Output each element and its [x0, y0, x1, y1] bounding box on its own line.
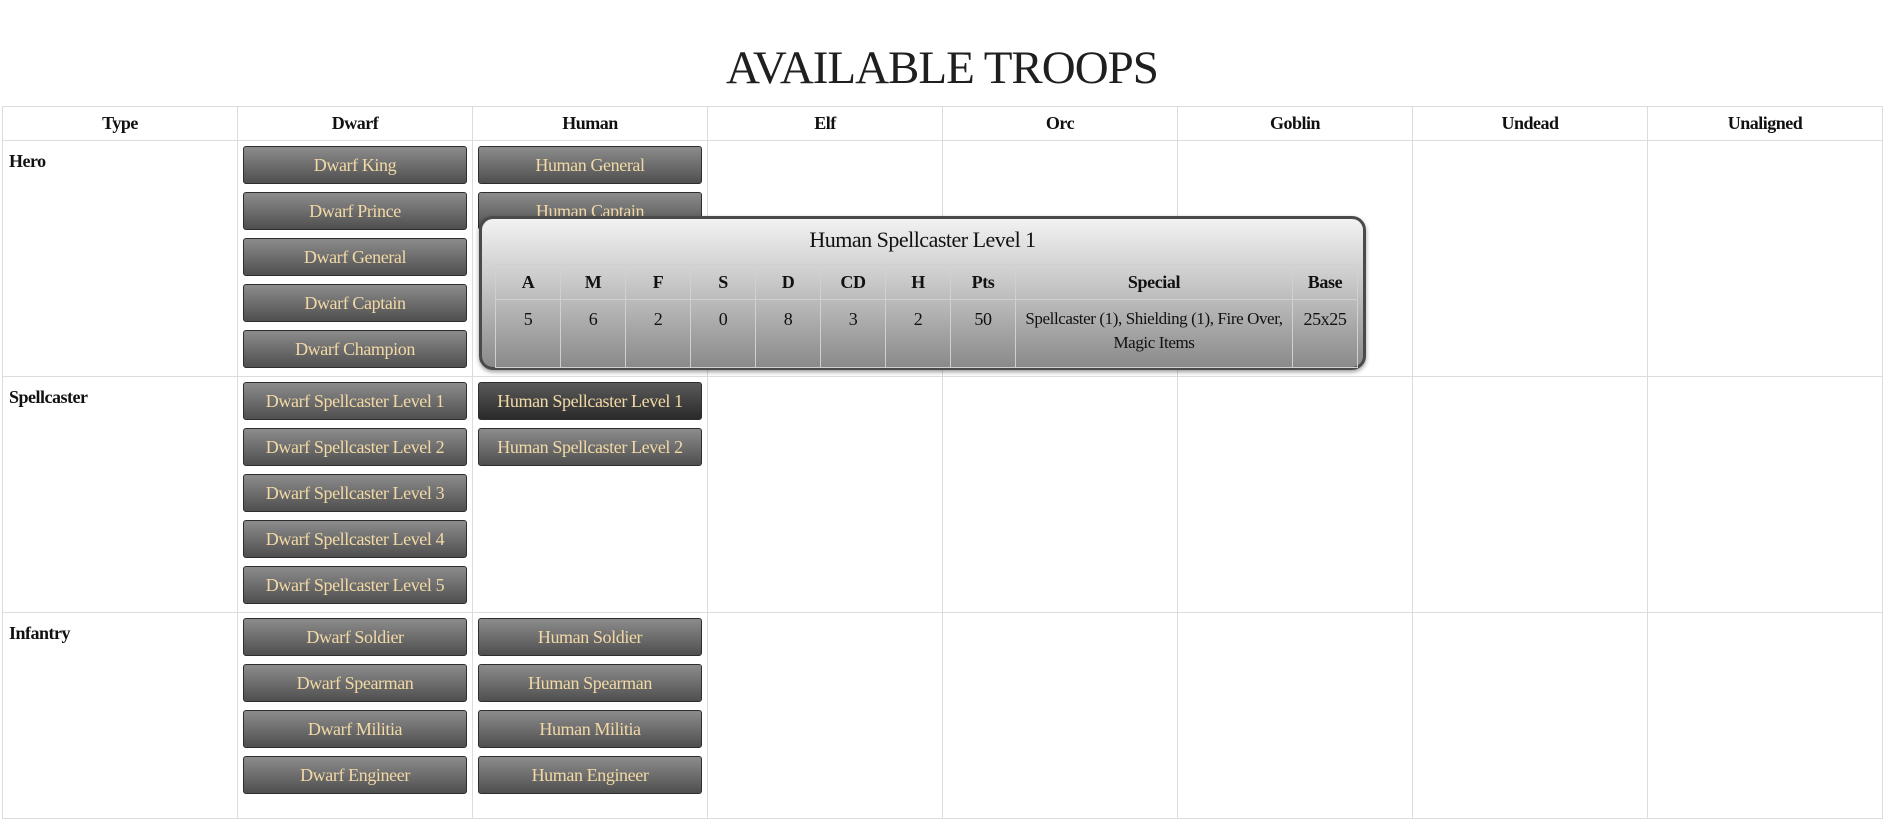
troop-button-dwarf-militia[interactable]: Dwarf Militia: [243, 710, 467, 748]
stat-value-h: 2: [885, 299, 951, 368]
undead-cell: [1412, 612, 1648, 819]
troop-stats-tooltip: Human Spellcaster Level 1 A M F S D CD H…: [479, 216, 1366, 370]
troop-button-human-spellcaster-2[interactable]: Human Spellcaster Level 2: [478, 428, 702, 466]
stat-header-cd: CD: [820, 264, 886, 300]
unaligned-cell: [1647, 140, 1883, 377]
type-label-spellcaster: Spellcaster: [9, 387, 88, 407]
human-cell: Human Soldier Human Spearman Human Milit…: [472, 612, 708, 819]
stat-value-a: 5: [495, 299, 561, 368]
table-row-infantry: Infantry Dwarf Soldier Dwarf Spearman Dw…: [2, 612, 1883, 819]
header-human: Human: [472, 106, 708, 141]
table-header-row: Type Dwarf Human Elf Orc Goblin Undead U…: [2, 106, 1883, 141]
troop-button-dwarf-captain[interactable]: Dwarf Captain: [243, 284, 467, 322]
stat-header-special: Special: [1015, 264, 1293, 300]
dwarf-cell: Dwarf Soldier Dwarf Spearman Dwarf Milit…: [237, 612, 473, 819]
stat-value-s: 0: [690, 299, 756, 368]
stat-value-cd: 3: [820, 299, 886, 368]
header-undead: Undead: [1412, 106, 1648, 141]
unaligned-cell: [1647, 376, 1883, 613]
stat-header-d: D: [755, 264, 821, 300]
stat-header-base: Base: [1292, 264, 1358, 300]
stat-value-pts: 50: [950, 299, 1016, 368]
troop-button-dwarf-king[interactable]: Dwarf King: [243, 146, 467, 184]
troop-button-dwarf-spellcaster-2[interactable]: Dwarf Spellcaster Level 2: [243, 428, 467, 466]
header-type: Type: [2, 106, 238, 141]
troop-button-dwarf-prince[interactable]: Dwarf Prince: [243, 192, 467, 230]
troop-button-human-general[interactable]: Human General: [478, 146, 702, 184]
type-label-hero: Hero: [9, 151, 46, 171]
troops-table: Type Dwarf Human Elf Orc Goblin Undead U…: [2, 106, 1883, 819]
tooltip-title: Human Spellcaster Level 1: [809, 227, 1036, 252]
troop-button-human-soldier[interactable]: Human Soldier: [478, 618, 702, 656]
table-row-spellcaster: Spellcaster Dwarf Spellcaster Level 1 Dw…: [2, 376, 1883, 613]
type-cell: Hero: [2, 140, 238, 377]
troop-button-human-spellcaster-1[interactable]: Human Spellcaster Level 1: [478, 382, 702, 420]
type-cell: Spellcaster: [2, 376, 238, 613]
header-dwarf: Dwarf: [237, 106, 473, 141]
troop-button-dwarf-champion[interactable]: Dwarf Champion: [243, 330, 467, 368]
orc-cell: [942, 376, 1178, 613]
type-label-infantry: Infantry: [9, 623, 71, 643]
stats-table: A M F S D CD H Pts Special Base 5 6 2 0 …: [495, 264, 1358, 368]
troop-button-dwarf-engineer[interactable]: Dwarf Engineer: [243, 756, 467, 794]
stat-header-s: S: [690, 264, 756, 300]
header-orc: Orc: [942, 106, 1178, 141]
undead-cell: [1412, 376, 1648, 613]
stat-value-f: 2: [625, 299, 691, 368]
troop-button-dwarf-general[interactable]: Dwarf General: [243, 238, 467, 276]
orc-cell: [942, 612, 1178, 819]
troop-button-dwarf-spellcaster-5[interactable]: Dwarf Spellcaster Level 5: [243, 566, 467, 604]
troop-button-dwarf-spellcaster-4[interactable]: Dwarf Spellcaster Level 4: [243, 520, 467, 558]
stat-value-m: 6: [560, 299, 626, 368]
unaligned-cell: [1647, 612, 1883, 819]
stat-value-d: 8: [755, 299, 821, 368]
troop-button-dwarf-soldier[interactable]: Dwarf Soldier: [243, 618, 467, 656]
header-unaligned: Unaligned: [1647, 106, 1883, 141]
troop-button-human-engineer[interactable]: Human Engineer: [478, 756, 702, 794]
stat-header-h: H: [885, 264, 951, 300]
dwarf-cell: Dwarf King Dwarf Prince Dwarf General Dw…: [237, 140, 473, 377]
stats-header-row: A M F S D CD H Pts Special Base: [495, 264, 1358, 300]
type-cell: Infantry: [2, 612, 238, 819]
header-elf: Elf: [707, 106, 943, 141]
header-goblin: Goblin: [1177, 106, 1413, 141]
stat-header-pts: Pts: [950, 264, 1016, 300]
stat-header-m: M: [560, 264, 626, 300]
dwarf-cell: Dwarf Spellcaster Level 1 Dwarf Spellcas…: [237, 376, 473, 613]
stat-header-f: F: [625, 264, 691, 300]
stats-value-row: 5 6 2 0 8 3 2 50 Spellcaster (1), Shield…: [495, 299, 1358, 368]
undead-cell: [1412, 140, 1648, 377]
troop-button-dwarf-spellcaster-3[interactable]: Dwarf Spellcaster Level 3: [243, 474, 467, 512]
troop-button-human-militia[interactable]: Human Militia: [478, 710, 702, 748]
elf-cell: [707, 376, 943, 613]
page-title: AVAILABLE TROOPS: [726, 42, 1159, 94]
elf-cell: [707, 612, 943, 819]
goblin-cell: [1177, 376, 1413, 613]
troop-button-dwarf-spellcaster-1[interactable]: Dwarf Spellcaster Level 1: [243, 382, 467, 420]
human-cell: Human Spellcaster Level 1 Human Spellcas…: [472, 376, 708, 613]
stat-header-a: A: [495, 264, 561, 300]
troop-button-human-spearman[interactable]: Human Spearman: [478, 664, 702, 702]
goblin-cell: [1177, 612, 1413, 819]
stat-value-base: 25x25: [1292, 299, 1358, 368]
troop-button-dwarf-spearman[interactable]: Dwarf Spearman: [243, 664, 467, 702]
stat-value-special: Spellcaster (1), Shielding (1), Fire Ove…: [1015, 299, 1293, 368]
